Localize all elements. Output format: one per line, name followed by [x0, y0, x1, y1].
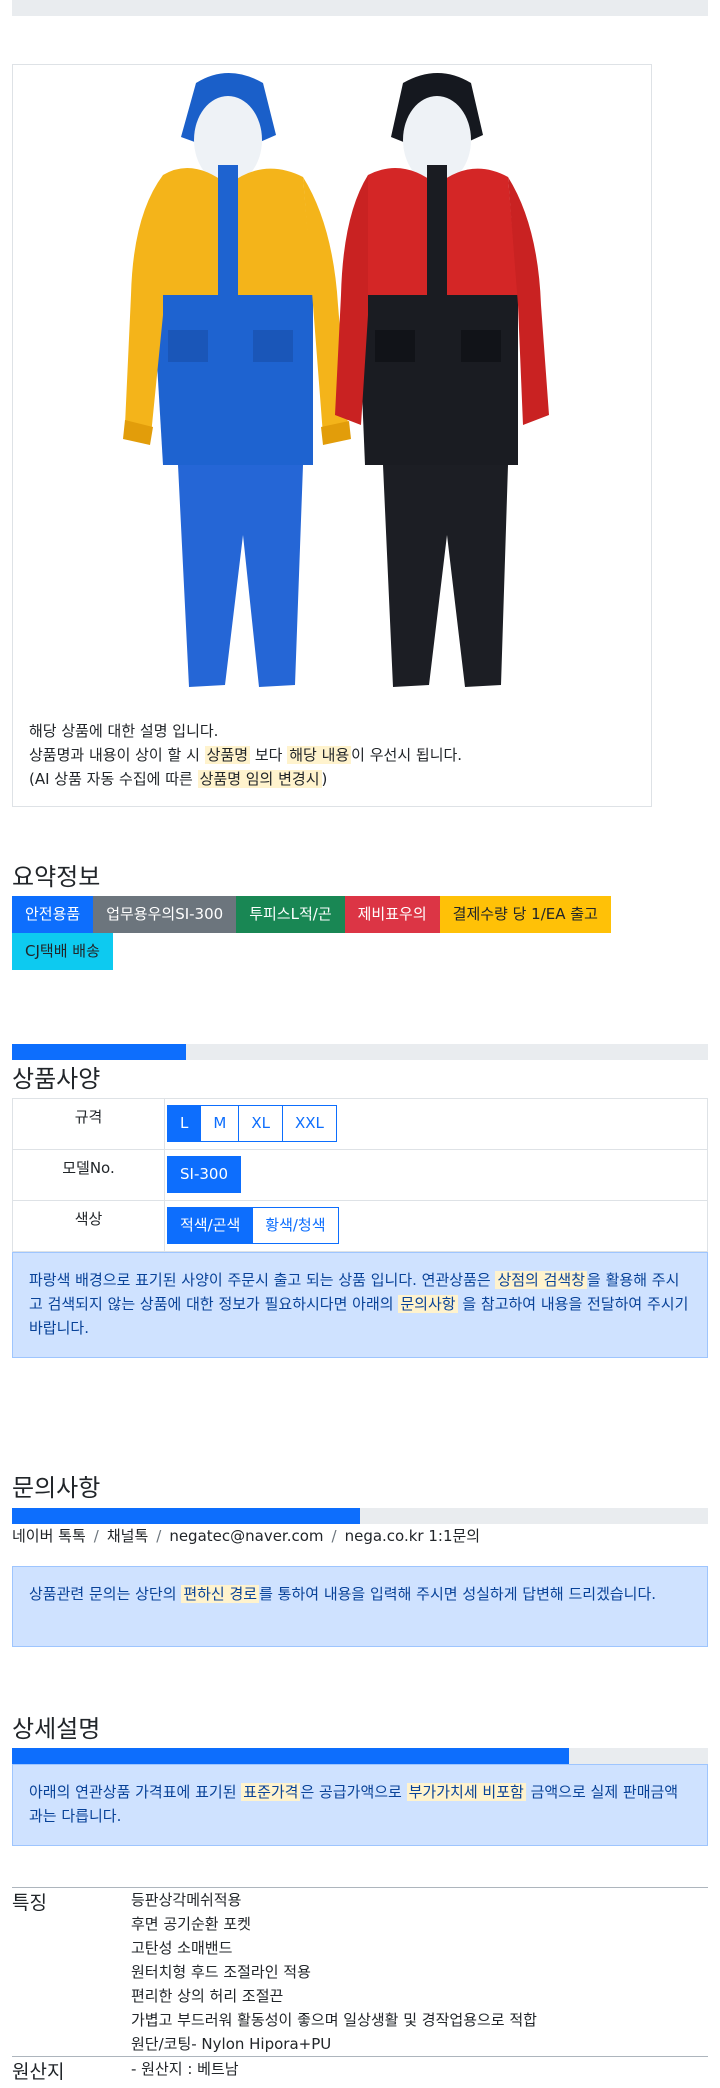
- spec-progress-bar: [12, 1044, 708, 1060]
- channel-email[interactable]: negatec@naver.com: [169, 1527, 323, 1545]
- inquiry-progress-bar: [12, 1508, 708, 1524]
- summary-title: 요약정보: [12, 863, 101, 891]
- spec-label-model: 모델No.: [12, 1149, 165, 1201]
- divider: [12, 2056, 708, 2057]
- highlight: 상품명 임의 변경시: [197, 770, 322, 788]
- badge-product: 업무용우의SI-300: [93, 896, 237, 933]
- table-row: 모델No. SI-300: [12, 1149, 708, 1201]
- highlight: 상품명: [204, 746, 251, 764]
- highlight: 표준가격: [241, 1783, 301, 1801]
- list-item: 고탄성 소매밴드: [131, 1939, 233, 1957]
- channel-naver-talk[interactable]: 네이버 톡톡: [12, 1527, 86, 1545]
- channel-talk[interactable]: 채널톡: [107, 1527, 148, 1545]
- list-item: 원단/코팅- Nylon Hipora+PU: [131, 2035, 332, 2053]
- option-size-xl[interactable]: XL: [238, 1105, 283, 1142]
- list-item: 후면 공기순환 포켓: [131, 1915, 251, 1933]
- inquiry-title: 문의사항: [12, 1474, 101, 1502]
- desc-line-1: 해당 상품에 대한 설명 입니다.: [29, 722, 219, 740]
- detail-progress-fill: [12, 1748, 569, 1764]
- highlight: 편하신 경로: [181, 1585, 260, 1603]
- list-item: 편리한 상의 허리 조절끈: [131, 1987, 284, 2005]
- detail-title: 상세설명: [12, 1715, 101, 1743]
- features-list: 등판상각메쉬적용 후면 공기순환 포켓 고탄성 소매밴드 원터치형 후드 조절라…: [131, 1888, 537, 2056]
- channel-site-inquiry[interactable]: nega.co.kr 1:1문의: [345, 1527, 481, 1545]
- spec-options-size: L M XL XXL: [164, 1098, 708, 1150]
- table-row: 색상 적색/곤색 황색/청색: [12, 1200, 708, 1252]
- origin-label: 원산지: [12, 2061, 65, 2083]
- spec-options-color: 적색/곤색 황색/청색: [164, 1200, 708, 1252]
- product-description: 해당 상품에 대한 설명 입니다. 상품명과 내용이 상이 할 시 상품명 보다…: [29, 719, 462, 791]
- inquiry-progress-fill: [12, 1508, 360, 1524]
- top-progress-bar: [12, 0, 708, 16]
- badge-shipping: CJ택배 배송: [12, 933, 113, 970]
- features-label: 특징: [12, 1892, 47, 1914]
- spec-options-model: SI-300: [164, 1149, 708, 1201]
- product-image: [13, 65, 651, 705]
- product-card: 해당 상품에 대한 설명 입니다. 상품명과 내용이 상이 할 시 상품명 보다…: [12, 64, 652, 807]
- table-row: 규격 L M XL XXL: [12, 1098, 708, 1150]
- red-black-raincoat: [335, 73, 549, 687]
- option-size-l[interactable]: L: [167, 1105, 202, 1142]
- badge-brand: 제비표우의: [344, 896, 440, 933]
- list-item: 원터치형 후드 조절라인 적용: [131, 1963, 311, 1981]
- spec-label-size: 규격: [12, 1098, 165, 1150]
- yellow-blue-raincoat: [123, 73, 351, 687]
- highlight: 상점의 검색창: [495, 1271, 588, 1289]
- option-size-xxl[interactable]: XXL: [281, 1105, 337, 1142]
- detail-progress-bar: [12, 1748, 708, 1764]
- contact-channels: 네이버 톡톡 / 채널톡 / negatec@naver.com / nega.co.kr …: [12, 1527, 481, 1545]
- spec-title: 상품사양: [12, 1065, 101, 1093]
- raincoat-illustration: [123, 73, 549, 687]
- badge-category: 안전용품: [12, 896, 94, 933]
- highlight: 부가가치세 비포함: [406, 1783, 526, 1801]
- badge-quantity: 결제수량 당 1/EA 출고: [439, 896, 611, 933]
- product-page: 해당 상품에 대한 설명 입니다. 상품명과 내용이 상이 할 시 상품명 보다…: [0, 0, 720, 2088]
- option-color-yellow-blue[interactable]: 황색/청색: [252, 1207, 339, 1244]
- origin-value: - 원산지 : 베트남: [131, 2060, 239, 2078]
- detail-notice: 아래의 연관상품 가격표에 표기된 표준가격 은 공급가액으로 부가가치세 비포함…: [12, 1764, 708, 1846]
- badge-variant: 투피스L적/곤: [236, 896, 345, 933]
- summary-badges: 안전용품 업무용우의SI-300 투피스L적/곤 제비표우의 결제수량 당 1/…: [12, 896, 662, 970]
- list-item: 등판상각메쉬적용: [131, 1891, 242, 1909]
- inquiry-notice: 상품관련 문의는 상단의 편하신 경로 를 통하여 내용을 입력해 주시면 성실하…: [12, 1566, 708, 1647]
- option-size-m[interactable]: M: [200, 1105, 240, 1142]
- spec-table: 규격 L M XL XXL 모델No. SI-300 색상 적색/곤색 황색/청…: [12, 1098, 708, 1252]
- option-color-red-navy[interactable]: 적색/곤색: [167, 1207, 254, 1244]
- spec-progress-fill: [12, 1044, 186, 1060]
- spec-notice: 파랑색 배경으로 표기된 사양이 주문시 출고 되는 상품 입니다. 연관상품은…: [12, 1252, 708, 1358]
- highlight: 해당 내용: [287, 746, 352, 764]
- spec-label-color: 색상: [12, 1200, 165, 1252]
- option-model-si300[interactable]: SI-300: [167, 1156, 241, 1193]
- list-item: 가볍고 부드러워 활동성이 좋으며 일상생활 및 경작업용으로 적합: [131, 2011, 537, 2029]
- desc-line-2: 상품명과 내용이 상이 할 시 상품명 보다 해당 내용 이 우선시 됩니다.: [29, 746, 463, 764]
- highlight: 문의사항: [398, 1295, 458, 1313]
- desc-line-3: (AI 상품 자동 수집에 따른 상품명 임의 변경시): [29, 770, 328, 788]
